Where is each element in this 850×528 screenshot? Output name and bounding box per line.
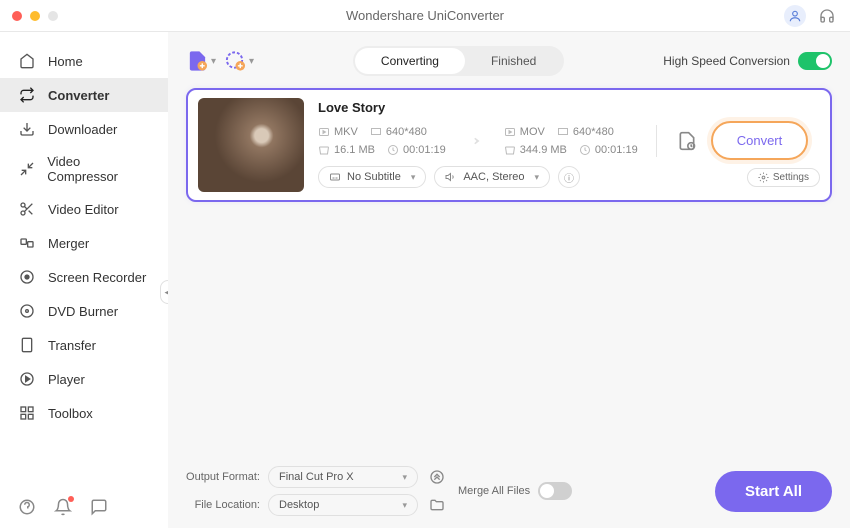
output-format-select[interactable]: Final Cut Pro X ▾ — [268, 466, 418, 488]
chevron-down-icon: ▾ — [402, 500, 407, 511]
settings-button[interactable]: Settings — [747, 168, 820, 187]
window-controls — [12, 11, 58, 21]
sidebar-item-recorder[interactable]: Screen Recorder — [0, 260, 168, 294]
content-area: ▾ ▾ Converting Finished High Speed Conve… — [168, 32, 850, 528]
merge-icon — [18, 234, 36, 252]
start-all-button[interactable]: Start All — [715, 471, 832, 512]
app-title: Wondershare UniConverter — [346, 8, 504, 23]
sidebar-item-downloader[interactable]: Downloader — [0, 112, 168, 146]
target-resolution: 640*480 — [557, 126, 614, 138]
high-speed-toggle[interactable] — [798, 52, 832, 70]
sidebar-item-label: Toolbox — [48, 406, 93, 421]
source-format: MKV — [318, 126, 358, 138]
output-format-value: Final Cut Pro X — [279, 471, 354, 483]
file-location-label: File Location: — [186, 499, 260, 511]
file-title: Love Story — [318, 100, 820, 115]
download-icon — [18, 120, 36, 138]
sidebar-item-label: Merger — [48, 236, 89, 251]
sidebar-item-transfer[interactable]: Transfer — [0, 328, 168, 362]
sidebar-item-label: DVD Burner — [48, 304, 118, 319]
transfer-icon — [18, 336, 36, 354]
compress-output-icon[interactable] — [426, 466, 448, 488]
support-icon[interactable] — [816, 5, 838, 27]
info-icon[interactable]: ⓘ — [558, 166, 580, 188]
scissors-icon — [18, 200, 36, 218]
open-folder-icon[interactable] — [426, 494, 448, 516]
sidebar-item-label: Converter — [48, 88, 109, 103]
status-tabs: Converting Finished — [353, 46, 564, 76]
target-format: MOV — [504, 126, 545, 138]
chevron-down-icon: ▾ — [402, 472, 407, 483]
sidebar-item-label: Video Editor — [48, 202, 119, 217]
sidebar-item-dvd[interactable]: DVD Burner — [0, 294, 168, 328]
target-size: 344.9 MB — [504, 144, 567, 156]
minimize-window-button[interactable] — [30, 11, 40, 21]
disc-icon — [18, 302, 36, 320]
sidebar-item-home[interactable]: Home — [0, 44, 168, 78]
sidebar-item-compressor[interactable]: Video Compressor — [0, 146, 168, 192]
output-format-label: Output Format: — [186, 471, 260, 483]
settings-label: Settings — [773, 172, 809, 183]
file-location-value: Desktop — [279, 499, 319, 511]
notifications-icon[interactable] — [54, 498, 72, 516]
source-resolution: 640*480 — [370, 126, 427, 138]
tab-converting[interactable]: Converting — [355, 48, 465, 74]
toolbox-icon — [18, 404, 36, 422]
bottom-bar: Output Format: Final Cut Pro X ▾ File Lo… — [186, 456, 832, 516]
add-file-button[interactable]: ▾ — [186, 46, 216, 76]
sidebar-item-label: Video Compressor — [47, 154, 150, 184]
audio-value: AAC, Stereo — [463, 171, 524, 183]
sidebar-item-editor[interactable]: Video Editor — [0, 192, 168, 226]
play-icon — [18, 370, 36, 388]
chevron-down-icon: ▾ — [534, 172, 539, 183]
file-location-select[interactable]: Desktop ▾ — [268, 494, 418, 516]
sidebar-item-toolbox[interactable]: Toolbox — [0, 396, 168, 430]
maximize-window-button[interactable] — [48, 11, 58, 21]
add-folder-button[interactable]: ▾ — [224, 46, 254, 76]
divider — [656, 125, 657, 157]
chevron-down-icon: ▾ — [411, 172, 416, 183]
compress-icon — [18, 160, 35, 178]
merge-toggle[interactable] — [538, 482, 572, 500]
home-icon — [18, 52, 36, 70]
arrow-right-icon — [464, 132, 486, 150]
target-duration: 00:01:19 — [579, 144, 638, 156]
converter-icon — [18, 86, 36, 104]
source-duration: 00:01:19 — [387, 144, 446, 156]
chevron-down-icon: ▾ — [211, 56, 216, 67]
high-speed-label: High Speed Conversion — [663, 54, 790, 68]
subtitle-select[interactable]: No Subtitle ▾ — [318, 166, 426, 188]
feedback-icon[interactable] — [90, 498, 108, 516]
sidebar-item-player[interactable]: Player — [0, 362, 168, 396]
close-window-button[interactable] — [12, 11, 22, 21]
chevron-down-icon: ▾ — [249, 56, 254, 67]
sidebar-item-label: Downloader — [48, 122, 117, 137]
file-card[interactable]: Love Story MKV 640*480 16.1 MB 00:01:19 — [186, 88, 832, 202]
sidebar-item-label: Home — [48, 54, 83, 69]
audio-select[interactable]: AAC, Stereo ▾ — [434, 166, 550, 188]
sidebar: Home Converter Downloader Video Compress… — [0, 32, 168, 528]
tab-finished[interactable]: Finished — [465, 48, 562, 74]
sidebar-item-label: Screen Recorder — [48, 270, 146, 285]
account-icon[interactable] — [784, 5, 806, 27]
sidebar-item-label: Player — [48, 372, 85, 387]
merge-label: Merge All Files — [458, 485, 530, 497]
sidebar-item-label: Transfer — [48, 338, 96, 353]
sidebar-item-converter[interactable]: Converter — [0, 78, 168, 112]
output-settings-icon[interactable] — [675, 129, 699, 153]
source-size: 16.1 MB — [318, 144, 375, 156]
title-bar: Wondershare UniConverter — [0, 0, 850, 32]
record-icon — [18, 268, 36, 286]
video-thumbnail[interactable] — [198, 98, 304, 192]
convert-button[interactable]: Convert — [711, 121, 809, 160]
sidebar-item-merger[interactable]: Merger — [0, 226, 168, 260]
subtitle-value: No Subtitle — [347, 171, 401, 183]
help-icon[interactable] — [18, 498, 36, 516]
